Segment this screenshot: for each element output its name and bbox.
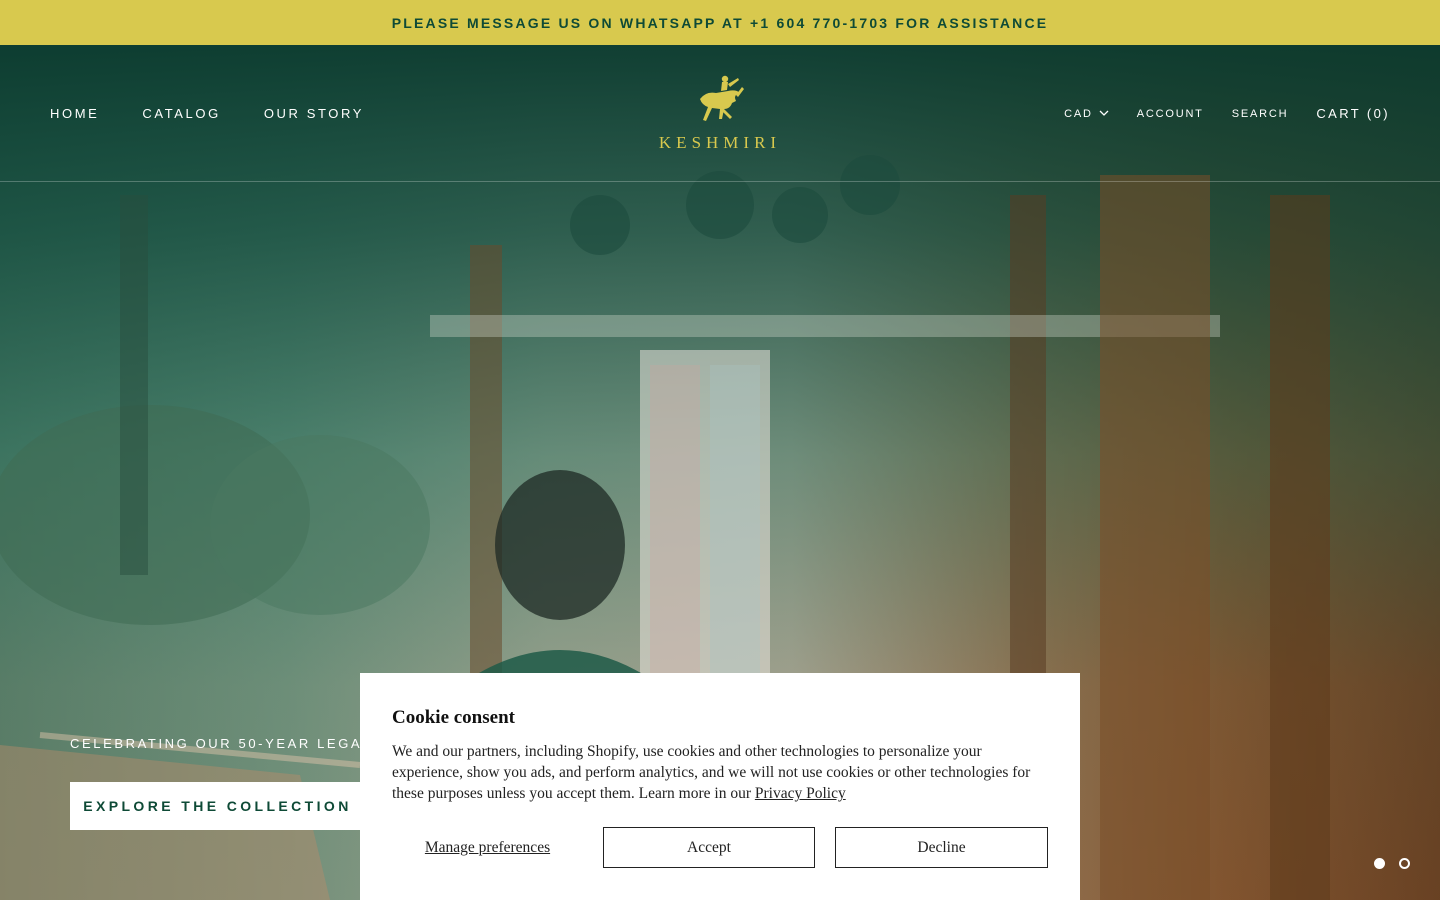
site-logo[interactable]: KESHMIRI [655,73,785,155]
announcement-text: PLEASE MESSAGE US ON WHATSAPP AT +1 604 … [391,14,1049,31]
header-actions: CAD ACCOUNT SEARCH CART (0) [1064,45,1390,182]
slide-dot-1[interactable] [1374,858,1385,869]
logo-wordmark: KESHMIRI [658,133,782,152]
horse-rider-logo-icon [700,75,744,121]
hero-tagline: CELEBRATING OUR 50-YEAR LEGACY [70,736,386,751]
cookie-body: We and our partners, including Shopify, … [392,741,1048,804]
account-link[interactable]: ACCOUNT [1137,108,1204,120]
nav-home[interactable]: HOME [50,106,99,121]
slideshow-dots [1374,858,1410,869]
site-header: HOME CATALOG OUR STORY KESHMIRI CAD ACCO… [0,45,1440,182]
privacy-policy-link[interactable]: Privacy Policy [755,785,846,802]
currency-selector[interactable]: CAD [1064,108,1109,120]
chevron-down-icon [1099,110,1109,116]
cookie-consent-dialog: Cookie consent We and our partners, incl… [360,673,1080,900]
cookie-body-text: We and our partners, including Shopify, … [392,743,1031,802]
nav-catalog[interactable]: CATALOG [142,106,220,121]
cart-link[interactable]: CART (0) [1316,106,1390,121]
accept-button[interactable]: Accept [603,827,815,868]
cookie-title: Cookie consent [392,707,515,728]
decline-button[interactable]: Decline [835,827,1048,868]
slide-dot-2[interactable] [1399,858,1410,869]
explore-collection-button[interactable]: EXPLORE THE COLLECTION [70,782,365,830]
search-link[interactable]: SEARCH [1232,108,1289,120]
cookie-actions: Manage preferences Accept Decline [392,827,1048,868]
currency-label: CAD [1064,107,1093,120]
nav-our-story[interactable]: OUR STORY [264,106,364,121]
manage-preferences-button[interactable]: Manage preferences [392,839,583,857]
announcement-bar: PLEASE MESSAGE US ON WHATSAPP AT +1 604 … [0,0,1440,45]
main-nav: HOME CATALOG OUR STORY [50,45,364,182]
